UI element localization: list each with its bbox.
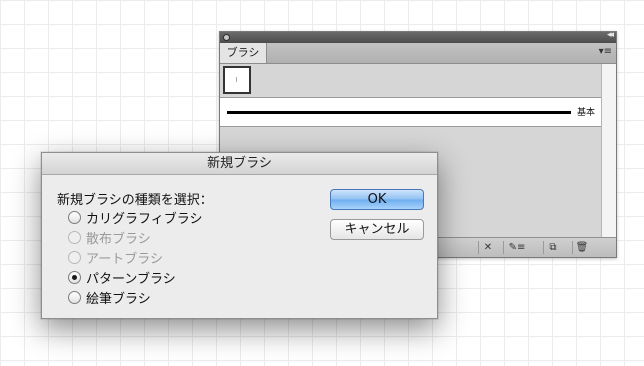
basic-brush-stroke: [227, 111, 571, 114]
radio-bristle-brush[interactable]: 絵筆ブラシ: [68, 288, 151, 307]
radio-label: 散布ブラシ: [86, 231, 151, 247]
delete-brush-icon[interactable]: 🗑: [572, 241, 591, 254]
collapse-icon[interactable]: ◂◂: [607, 30, 614, 40]
radio-label: カリグラフィブラシ: [86, 211, 203, 227]
ok-button[interactable]: OK: [330, 189, 424, 210]
panel-scrollbar[interactable]: [601, 64, 616, 239]
radio-label: アートブラシ: [86, 251, 163, 267]
basic-brush-row[interactable]: 基本: [220, 97, 601, 127]
tab-brushes[interactable]: ブラシ: [220, 43, 267, 63]
radio-scatter-brush: 散布ブラシ: [68, 228, 151, 247]
panel-menu-icon[interactable]: ▾≡: [599, 46, 612, 57]
panel-titlebar[interactable]: ◂◂: [220, 30, 616, 43]
radio-button-selected[interactable]: [68, 270, 81, 284]
radio-button: [68, 230, 81, 244]
radio-art-brush: アートブラシ: [68, 248, 163, 267]
radio-label: 絵筆ブラシ: [86, 291, 151, 307]
basic-brush-label: 基本: [577, 108, 596, 118]
radio-pattern-brush[interactable]: パターンブラシ: [68, 268, 176, 287]
radio-button[interactable]: [68, 210, 81, 224]
brush-thumbnail[interactable]: [223, 66, 251, 94]
dialog-prompt: 新規ブラシの種類を選択：: [57, 193, 213, 208]
new-brush-icon[interactable]: ⧉: [543, 241, 562, 254]
close-icon[interactable]: [223, 34, 230, 41]
radio-calligraphic-brush[interactable]: カリグラフィブラシ: [68, 208, 203, 227]
radio-label: パターンブラシ: [86, 271, 176, 287]
dialog-title[interactable]: 新規ブラシ: [42, 153, 437, 175]
radio-button: [68, 250, 81, 264]
new-brush-dialog: 新規ブラシ 新規ブラシの種類を選択： カリグラフィブラシ 散布ブラシ アートブラ…: [41, 152, 438, 319]
brush-options-icon[interactable]: ✎≡: [503, 241, 530, 254]
cancel-button[interactable]: キャンセル: [330, 219, 424, 240]
radio-button[interactable]: [68, 290, 81, 304]
panel-tab-row: ブラシ ▾≡: [220, 43, 616, 64]
remove-brush-stroke-icon[interactable]: ✕: [478, 241, 497, 254]
